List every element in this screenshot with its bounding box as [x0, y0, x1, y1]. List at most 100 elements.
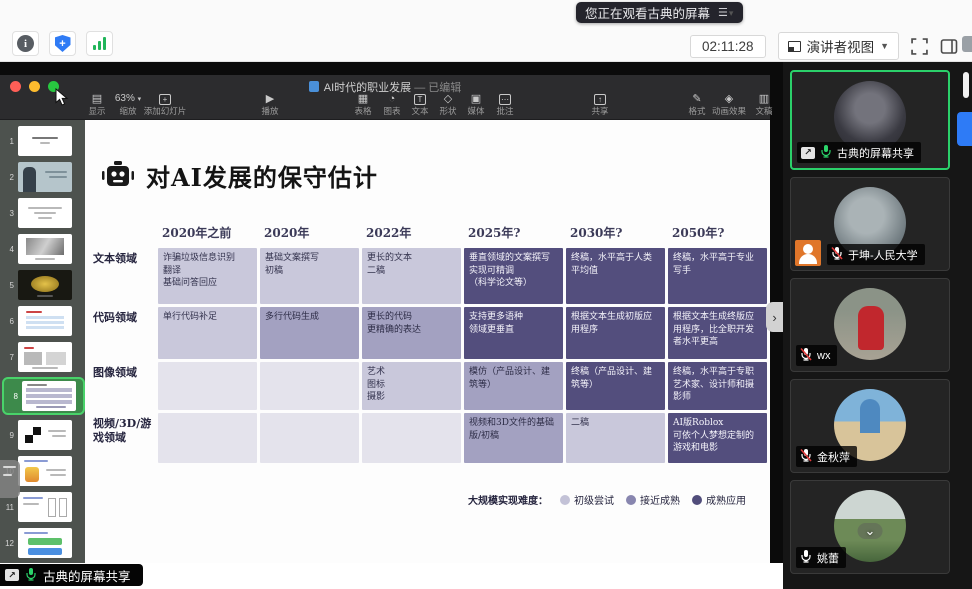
- meeting-info-button[interactable]: i: [12, 31, 39, 56]
- slide-number: 1: [0, 137, 18, 146]
- slide-thumb-preview[interactable]: [18, 528, 72, 558]
- share-icon: ↑: [594, 94, 606, 105]
- slide-number: 7: [0, 353, 18, 362]
- slide-thumbnail-2[interactable]: 2: [0, 161, 85, 193]
- slide-thumb-preview[interactable]: [22, 381, 76, 411]
- slide-thumb-preview[interactable]: [18, 162, 72, 192]
- table-column-header: 2022年: [362, 222, 461, 245]
- keynote-collaborate-button[interactable]: ↑共享: [576, 92, 624, 117]
- slide-thumbnail-4[interactable]: 4: [0, 233, 85, 265]
- participant-nametag: 金秋萍: [796, 446, 857, 467]
- keynote-play-button[interactable]: ▶播放: [246, 92, 294, 117]
- table-cell: 根据文本生成初版应用程序: [566, 307, 665, 359]
- connection-stats-button[interactable]: [86, 31, 113, 56]
- slide-thumb-preview[interactable]: [18, 342, 72, 372]
- table-cell: 更长的文本 二稿: [362, 248, 461, 304]
- top-toolbar: i + 您正在观看古典的屏幕 ☰▾ 02:11:28 演讲者视图 ▼: [0, 0, 972, 62]
- slide-thumbnail-9[interactable]: 9: [0, 419, 85, 451]
- view-mode-label: 演讲者视图: [807, 36, 875, 56]
- table-cell: 视频和3D文件的基础版/初稿: [464, 413, 563, 463]
- screen-share-icon: ↗: [801, 147, 815, 159]
- overlay-fragment: [0, 460, 20, 498]
- robot-icon: [101, 160, 135, 192]
- table-cell: 单行代码补足: [158, 307, 257, 359]
- participant-tile[interactable]: 金秋萍: [790, 379, 950, 473]
- slide-number: 3: [0, 209, 18, 218]
- slide-thumbnail-12[interactable]: 12: [0, 527, 85, 559]
- security-button[interactable]: +: [49, 31, 76, 56]
- legend-item-label: 接近成熟: [640, 492, 680, 507]
- slide-thumbnail-7[interactable]: 7: [0, 341, 85, 373]
- participants-panel: ↗古典的屏幕共享于坤-人民大学 wx 金秋萍 ⌄姚蕾: [783, 62, 972, 589]
- add-slide-icon: +: [159, 94, 171, 105]
- table-row-label: 图像领域: [93, 362, 155, 410]
- participant-tile[interactable]: 于坤-人民大学: [790, 177, 950, 271]
- table-cell: [260, 413, 359, 463]
- slide-thumb-preview[interactable]: [18, 126, 72, 156]
- banner-menu-icon[interactable]: ☰▾: [718, 6, 734, 19]
- slide-canvas: 对AI发展的保守估计 2020年之前2020年2022年2025年?2030年?…: [85, 120, 770, 563]
- table-cell: 模仿（产品设计、建筑等）: [464, 362, 563, 410]
- slide-thumbnail-8[interactable]: 8: [2, 377, 85, 415]
- speaker-view-icon: [788, 41, 801, 52]
- slide-number: 12: [0, 539, 18, 548]
- play-icon: ▶: [246, 92, 294, 106]
- table-cell: 二稿: [566, 413, 665, 463]
- slide-thumbnail-5[interactable]: 5: [0, 269, 85, 301]
- chevron-down-icon: ▼: [880, 41, 889, 51]
- table-cell: [158, 413, 257, 463]
- slide-number: 5: [0, 281, 18, 290]
- slide-thumbnail-1[interactable]: 1: [0, 125, 85, 157]
- slide-number: 11: [0, 503, 18, 512]
- blue-edge-element[interactable]: [957, 112, 972, 146]
- keynote-titlebar: AI时代的职业发展 — 已编辑 ▤显示 63% ▾缩放 +添加幻灯片 ▶播放 ▦…: [0, 75, 770, 120]
- ai-estimate-table: 2020年之前2020年2022年2025年?2030年?2050年?文本领域诈…: [93, 222, 767, 463]
- shared-screen: AI时代的职业发展 — 已编辑 ▤显示 63% ▾缩放 +添加幻灯片 ▶播放 ▦…: [0, 62, 783, 563]
- table-cell: AI版Roblox 可依个人梦想定制的游戏和电影: [668, 413, 767, 463]
- legend-dot-icon: [626, 495, 636, 505]
- slide-number: 6: [0, 317, 18, 326]
- chevron-down-icon[interactable]: ⌄: [858, 523, 883, 539]
- participant-name: wx: [817, 350, 830, 362]
- keynote-add-slide-button[interactable]: +添加幻灯片: [137, 92, 193, 117]
- chat-button-cutoff[interactable]: [962, 36, 972, 52]
- slide-thumbnail-3[interactable]: 3: [0, 197, 85, 229]
- table-column-header: 2025年?: [464, 222, 563, 245]
- table-cell: 垂直领域的文案撰写实现可精调 （科学论文等）: [464, 248, 563, 304]
- participant-tiles: ↗古典的屏幕共享于坤-人民大学 wx 金秋萍 ⌄姚蕾: [790, 70, 950, 581]
- table-row-label: 文本领域: [93, 248, 155, 304]
- table-cell: 终稿，水平高于专业写手: [668, 248, 767, 304]
- slide-thumb-preview[interactable]: [18, 456, 72, 486]
- table-cell: 终稿（产品设计、建筑等）: [566, 362, 665, 410]
- keynote-comment-button[interactable]: ⋯批注: [481, 92, 529, 117]
- slide-number: 4: [0, 245, 18, 254]
- slide-thumb-preview[interactable]: [18, 234, 72, 264]
- slide-thumb-preview[interactable]: [18, 270, 72, 300]
- side-panel-button[interactable]: [940, 38, 958, 55]
- participant-tile[interactable]: ⌄姚蕾: [790, 480, 950, 574]
- table-column-header: 2020年之前: [158, 222, 257, 245]
- table-cell: 更长的代码 更精确的表达: [362, 307, 461, 359]
- panel-collapse-handle[interactable]: ›: [766, 302, 783, 332]
- legend-item-label: 初级尝试: [574, 492, 614, 507]
- table-cell: 基础文案撰写 初稿: [260, 248, 359, 304]
- participant-name: 于坤-人民大学: [848, 247, 918, 263]
- screen-share-icon: ↗: [5, 569, 19, 581]
- participant-tile[interactable]: wx: [790, 278, 950, 372]
- participant-tile[interactable]: ↗古典的屏幕共享: [790, 70, 950, 170]
- slide-number: 2: [0, 173, 18, 182]
- mic-icon: [820, 144, 832, 161]
- fullscreen-button[interactable]: [911, 38, 928, 55]
- keynote-document-button[interactable]: ▥文稿: [740, 92, 788, 117]
- slide-thumb-preview[interactable]: [18, 492, 72, 522]
- slide-thumb-preview[interactable]: [18, 306, 72, 336]
- bottom-strip: ↗ 古典的屏幕共享: [0, 563, 783, 589]
- slide-thumb-preview[interactable]: [18, 420, 72, 450]
- slide-thumbnail-6[interactable]: 6: [0, 305, 85, 337]
- view-mode-button[interactable]: 演讲者视图 ▼: [778, 32, 899, 60]
- info-icon: i: [17, 35, 34, 52]
- legend-item: 初级尝试: [560, 492, 614, 507]
- panel-scrollbar[interactable]: [963, 72, 969, 98]
- legend-item-label: 成熟应用: [706, 492, 746, 507]
- slide-thumb-preview[interactable]: [18, 198, 72, 228]
